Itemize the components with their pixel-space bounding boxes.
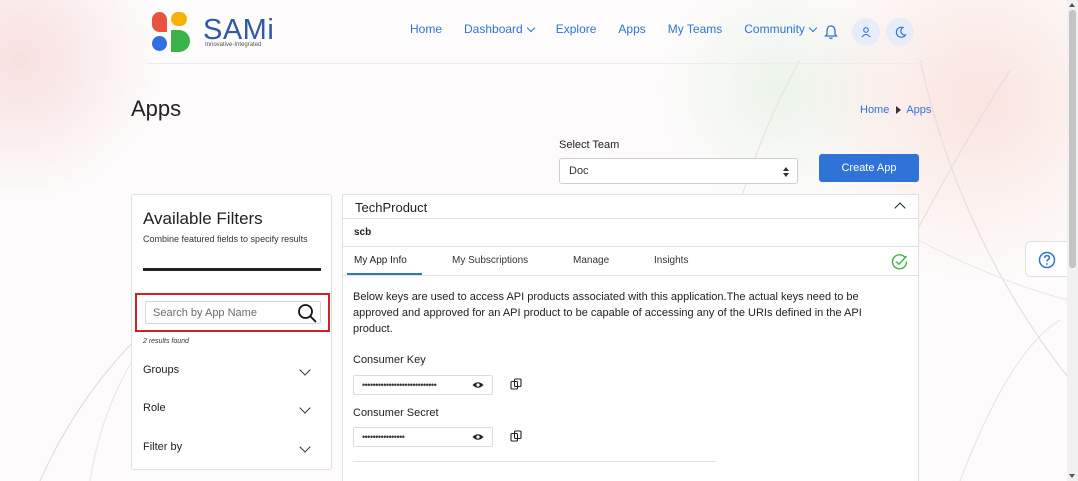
moon-icon: [895, 26, 907, 38]
team-select[interactable]: Doc: [559, 158, 798, 184]
scroll-up-icon[interactable]: [1069, 3, 1075, 7]
copy-icon[interactable]: [510, 430, 522, 442]
eye-icon[interactable]: [472, 381, 484, 389]
nav-explore-label: Explore: [555, 22, 597, 36]
nav-home-label: Home: [410, 22, 443, 36]
chevron-down-icon: [299, 402, 311, 414]
help-button[interactable]: [1025, 241, 1069, 277]
nav-dashboard[interactable]: Dashboard: [464, 22, 535, 36]
search-input[interactable]: [145, 301, 321, 324]
tab-my-subscriptions[interactable]: My Subscriptions: [452, 255, 528, 266]
nav-apps-label: Apps: [618, 22, 646, 36]
consumer-key-label: Consumer Key: [353, 354, 426, 366]
tab-insights[interactable]: Insights: [654, 255, 688, 266]
nav-community[interactable]: Community: [744, 22, 818, 36]
app-tabs: My App Info My Subscriptions Manage Insi…: [343, 247, 918, 276]
chevron-down-icon: [299, 441, 311, 453]
team-select-value: Doc: [569, 165, 589, 177]
top-header: SAMi Innovative-Integrated Home Dashboar…: [146, 0, 932, 64]
logo-mark-icon: [149, 10, 193, 54]
consumer-secret-label: Consumer Secret: [353, 407, 439, 419]
nav-dashboard-label: Dashboard: [464, 22, 523, 36]
theme-toggle-button[interactable]: [886, 18, 914, 46]
eye-icon[interactable]: [472, 433, 484, 441]
scrollbar-thumb[interactable]: [1069, 10, 1076, 268]
brand-tagline: Innovative-Integrated: [205, 42, 262, 48]
nav-my-teams[interactable]: My Teams: [668, 22, 722, 36]
consumer-key-value: ••••••••••••••••••••••••••••: [362, 380, 437, 390]
search-icon[interactable]: [297, 303, 317, 323]
chevron-down-icon: [299, 364, 311, 376]
keys-description: Below keys are used to access API produc…: [353, 291, 862, 335]
nav-my-teams-label: My Teams: [667, 22, 723, 36]
filter-groups-label: Groups: [143, 364, 180, 376]
bell-icon[interactable]: [824, 24, 838, 40]
filter-groups[interactable]: Groups: [143, 364, 321, 376]
scroll-down-icon[interactable]: [1069, 474, 1075, 478]
breadcrumb-home[interactable]: Home: [860, 104, 889, 116]
filters-divider: [143, 268, 321, 271]
consumer-secret-field[interactable]: ••••••••••••••••: [353, 427, 493, 447]
copy-icon[interactable]: [510, 378, 522, 390]
app-name: TechProduct: [355, 200, 428, 215]
filters-subtitle: Combine featured fields to specify resul…: [143, 234, 308, 244]
search-highlight-box: [135, 293, 330, 332]
active-tab-indicator: [347, 273, 422, 275]
breadcrumb: Home Apps: [860, 104, 931, 116]
filter-role[interactable]: Role: [143, 402, 321, 414]
create-app-button[interactable]: Create App: [819, 154, 919, 182]
app-header[interactable]: TechProduct: [343, 195, 918, 219]
help-icon: [1038, 251, 1056, 269]
check-circle-icon: [891, 254, 908, 270]
app-panel: TechProduct scb My App Info My Subscript…: [342, 194, 919, 481]
consumer-secret-value: ••••••••••••••••: [362, 432, 405, 442]
app-subtitle: scb: [343, 219, 918, 247]
user-menu-button[interactable]: [852, 18, 880, 46]
filters-panel: Available Filters Combine featured field…: [131, 194, 332, 470]
page-scrollbar[interactable]: [1067, 0, 1078, 481]
nav-community-label: Community: [744, 22, 805, 36]
consumer-key-field[interactable]: ••••••••••••••••••••••••••••: [353, 375, 493, 395]
tab-my-app-info[interactable]: My App Info: [354, 255, 407, 266]
filter-filter-by-label: Filter by: [143, 441, 183, 453]
select-team-label: Select Team: [559, 139, 620, 151]
chevron-up-icon[interactable]: [894, 202, 906, 214]
breadcrumb-apps[interactable]: Apps: [906, 104, 931, 116]
results-count: 2 results found: [143, 338, 189, 345]
nav-apps[interactable]: Apps: [618, 22, 645, 36]
select-arrows-icon: [783, 167, 789, 177]
tab-manage[interactable]: Manage: [573, 255, 609, 266]
nav-home[interactable]: Home: [410, 22, 442, 36]
nav-explore[interactable]: Explore: [556, 22, 597, 36]
filters-title: Available Filters: [143, 209, 263, 228]
chevron-down-icon: [808, 23, 818, 32]
main-nav: Home Dashboard Explore Apps My Teams Com…: [410, 22, 838, 36]
section-divider: [353, 461, 716, 462]
breadcrumb-separator-icon: [896, 106, 902, 114]
chevron-down-icon: [526, 23, 535, 32]
page-title: Apps: [131, 96, 182, 121]
brand-logo[interactable]: SAMi Innovative-Integrated: [149, 10, 279, 54]
filter-role-label: Role: [143, 402, 166, 414]
filter-filter-by[interactable]: Filter by: [143, 441, 321, 453]
user-icon: [861, 27, 871, 38]
